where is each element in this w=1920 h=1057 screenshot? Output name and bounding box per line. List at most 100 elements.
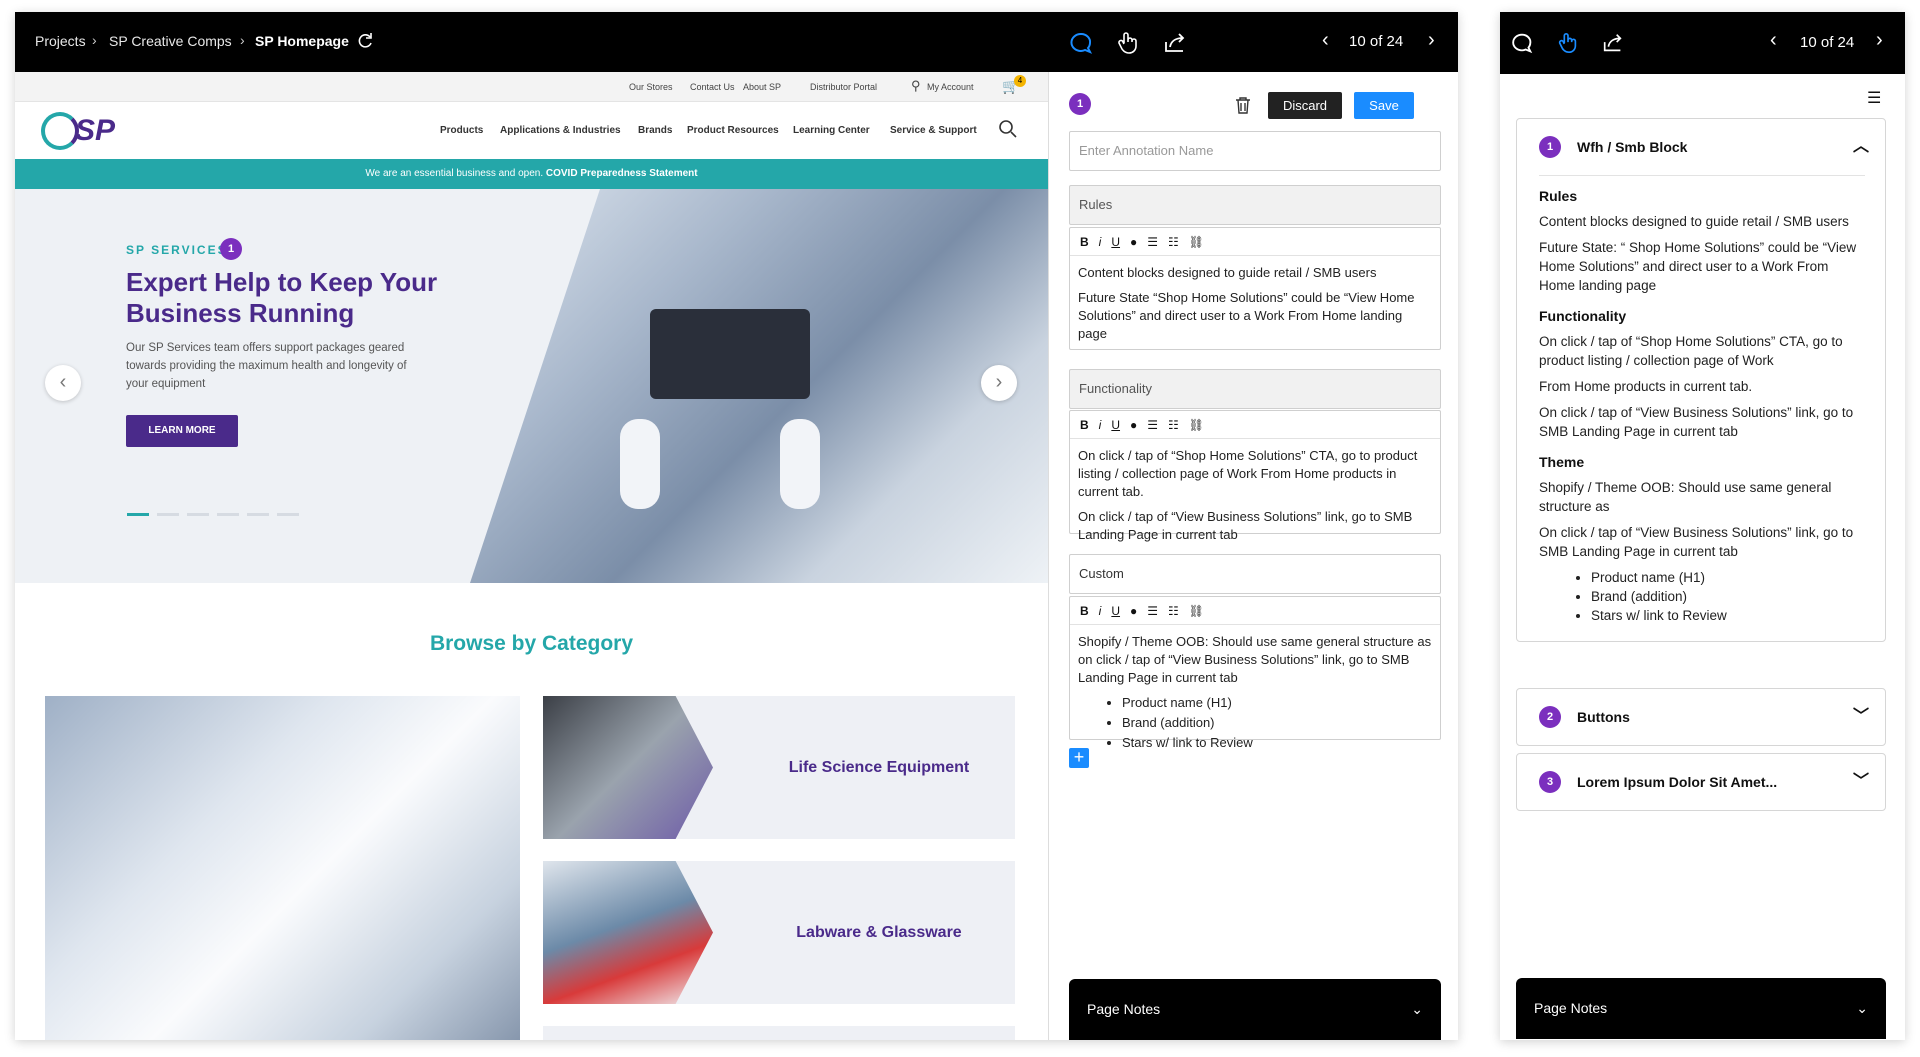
underline-button[interactable]: U bbox=[1111, 411, 1120, 439]
learn-more-button[interactable]: LEARN MORE bbox=[126, 415, 238, 447]
accordion-header[interactable]: 3 Lorem Ipsum Dolor Sit Amet... ﹀ bbox=[1517, 754, 1885, 810]
carousel-dot[interactable] bbox=[157, 513, 179, 516]
italic-button[interactable]: i bbox=[1099, 597, 1102, 625]
logo-text[interactable]: SP bbox=[75, 114, 115, 148]
breadcrumb-creative-comps[interactable]: SP Creative Comps bbox=[109, 33, 232, 49]
carousel-dot[interactable] bbox=[187, 513, 209, 516]
annotation-accordion-2[interactable]: 2 Buttons ﹀ bbox=[1516, 688, 1886, 746]
chevron-up-icon[interactable]: ︿ bbox=[1853, 119, 1869, 175]
page-notes-bar[interactable]: Page Notes ⌄ bbox=[1516, 978, 1886, 1039]
hand-pointer-icon[interactable] bbox=[1556, 31, 1580, 55]
trash-icon[interactable] bbox=[1234, 95, 1252, 115]
theme-list: Product name (H1) Brand (addition) Stars… bbox=[1591, 568, 1865, 625]
list-item: Stars w/ link to Review bbox=[1122, 734, 1432, 752]
discard-button[interactable]: Discard bbox=[1268, 92, 1342, 119]
link-icon[interactable]: ⛓ bbox=[1189, 411, 1204, 439]
carousel-dot[interactable] bbox=[247, 513, 269, 516]
color-dot-icon[interactable]: ● bbox=[1130, 228, 1137, 256]
link-icon[interactable]: ⛓ bbox=[1189, 597, 1204, 625]
italic-button[interactable]: i bbox=[1099, 228, 1102, 256]
page-counter: 10 of 24 bbox=[1800, 34, 1855, 51]
share-icon[interactable] bbox=[1162, 30, 1188, 56]
accordion-header[interactable]: 1 Wfh / Smb Block ︿ bbox=[1517, 119, 1885, 175]
chevron-down-icon[interactable]: ﹀ bbox=[1853, 754, 1869, 810]
category-image-large[interactable] bbox=[45, 696, 520, 1040]
chevron-down-icon[interactable]: ⌄ bbox=[1411, 979, 1423, 1040]
carousel-dot[interactable] bbox=[277, 513, 299, 516]
chevron-right-icon[interactable]: › bbox=[1876, 29, 1883, 52]
numbered-list-icon[interactable]: ☷ bbox=[1168, 597, 1179, 625]
italic-button[interactable]: i bbox=[1099, 411, 1102, 439]
underline-button[interactable]: U bbox=[1111, 228, 1120, 256]
annotation-name-input[interactable]: Enter Annotation Name bbox=[1069, 131, 1441, 171]
custom-editor[interactable]: Bi U ● ☰ ☷ ⛓ Shopify / Theme OOB: Should use … bbox=[1069, 596, 1441, 750]
numbered-list-icon[interactable]: ☷ bbox=[1168, 228, 1179, 256]
category-card-life-science[interactable]: Life Science Equipment bbox=[543, 696, 1015, 839]
category-card-partial[interactable] bbox=[543, 1026, 1015, 1040]
link-icon[interactable]: ⛓ bbox=[1189, 228, 1204, 256]
bullet-list-icon[interactable]: ☰ bbox=[1147, 411, 1158, 439]
covid-link[interactable]: COVID Preparedness Statement bbox=[546, 168, 698, 179]
page-notes-label: Page Notes bbox=[1087, 1001, 1161, 1017]
underline-button[interactable]: U bbox=[1111, 597, 1120, 625]
util-our-stores[interactable]: Our Stores bbox=[629, 82, 673, 92]
hero-banner: SP SERVICES 1 Expert Help to Keep Your B… bbox=[15, 189, 1048, 583]
nav-product-resources[interactable]: Product Resources bbox=[687, 125, 779, 136]
nav-service-support[interactable]: Service & Support bbox=[890, 125, 977, 136]
hero-vial bbox=[780, 419, 820, 509]
page-counter: 10 of 24 bbox=[1349, 33, 1404, 50]
annotation-badge[interactable]: 1 bbox=[220, 238, 242, 260]
search-icon[interactable] bbox=[998, 119, 1018, 139]
chevron-down-icon[interactable]: ⌄ bbox=[1856, 978, 1868, 1039]
util-about-sp[interactable]: About SP bbox=[743, 82, 781, 92]
hero-image-mask bbox=[470, 189, 600, 583]
comment-icon[interactable] bbox=[1510, 31, 1534, 55]
hand-pointer-icon[interactable] bbox=[1115, 30, 1141, 56]
bold-button[interactable]: B bbox=[1080, 228, 1089, 256]
bullet-list-icon[interactable]: ☰ bbox=[1147, 597, 1158, 625]
nav-products[interactable]: Products bbox=[440, 125, 483, 136]
util-my-account[interactable]: My Account bbox=[927, 82, 974, 92]
rules-editor[interactable]: Bi U ● ☰ ☷ ⛓ Content blocks designed to guide… bbox=[1069, 227, 1441, 350]
annotation-editor: 1 Discard Save Enter Annotation Name Rul… bbox=[1048, 72, 1458, 1040]
annotation-number-badge: 2 bbox=[1539, 706, 1561, 728]
chevron-left-icon[interactable]: ‹ bbox=[1322, 29, 1329, 52]
carousel-dot[interactable] bbox=[127, 513, 149, 516]
bold-button[interactable]: B bbox=[1080, 411, 1089, 439]
carousel-dot[interactable] bbox=[217, 513, 239, 516]
add-section-button[interactable]: + bbox=[1069, 748, 1089, 768]
breadcrumb-projects[interactable]: Projects bbox=[35, 33, 86, 49]
carousel-prev-button[interactable]: ‹ bbox=[45, 365, 81, 401]
menu-icon[interactable]: ☰ bbox=[1867, 88, 1881, 108]
theme-heading: Theme bbox=[1539, 454, 1585, 470]
main-window: Projects › SP Creative Comps › SP Homepa… bbox=[15, 12, 1458, 1040]
chevron-left-icon[interactable]: ‹ bbox=[1770, 29, 1777, 52]
color-dot-icon[interactable]: ● bbox=[1130, 411, 1137, 439]
functionality-editor[interactable]: Bi U ● ☰ ☷ ⛓ On click / tap of “Shop Home Sol… bbox=[1069, 410, 1441, 542]
nav-learning-center[interactable]: Learning Center bbox=[793, 125, 870, 136]
util-distributor-portal[interactable]: Distributor Portal bbox=[810, 82, 877, 92]
chevron-down-icon[interactable]: ﹀ bbox=[1853, 689, 1869, 745]
util-contact-us[interactable]: Contact Us bbox=[690, 82, 735, 92]
nav-applications[interactable]: Applications & Industries bbox=[500, 125, 621, 136]
numbered-list-icon[interactable]: ☷ bbox=[1168, 411, 1179, 439]
theme-text: Shopify / Theme OOB: Should use same gen… bbox=[1539, 480, 1832, 514]
page-notes-bar[interactable]: Page Notes ⌄ bbox=[1069, 979, 1441, 1040]
accordion-header[interactable]: 2 Buttons ﹀ bbox=[1517, 689, 1885, 745]
color-dot-icon[interactable]: ● bbox=[1130, 597, 1137, 625]
annotation-accordion-1[interactable]: 1 Wfh / Smb Block ︿ Rules Content blocks… bbox=[1516, 118, 1886, 642]
carousel-next-button[interactable]: › bbox=[981, 365, 1017, 401]
hero-description: Our SP Services team offers support pack… bbox=[126, 342, 407, 390]
refresh-icon[interactable] bbox=[355, 31, 375, 51]
bold-button[interactable]: B bbox=[1080, 597, 1089, 625]
category-card-labware[interactable]: Labware & Glassware bbox=[543, 861, 1015, 1004]
comment-icon[interactable] bbox=[1068, 30, 1094, 56]
save-button[interactable]: Save bbox=[1354, 92, 1414, 119]
list-item: Product name (H1) bbox=[1591, 568, 1865, 587]
share-icon[interactable] bbox=[1601, 31, 1625, 55]
bullet-list-icon[interactable]: ☰ bbox=[1147, 228, 1158, 256]
annotation-number-badge: 1 bbox=[1539, 136, 1561, 158]
chevron-right-icon[interactable]: › bbox=[1428, 29, 1435, 52]
nav-brands[interactable]: Brands bbox=[638, 125, 672, 136]
annotation-accordion-3[interactable]: 3 Lorem Ipsum Dolor Sit Amet... ﹀ bbox=[1516, 753, 1886, 811]
